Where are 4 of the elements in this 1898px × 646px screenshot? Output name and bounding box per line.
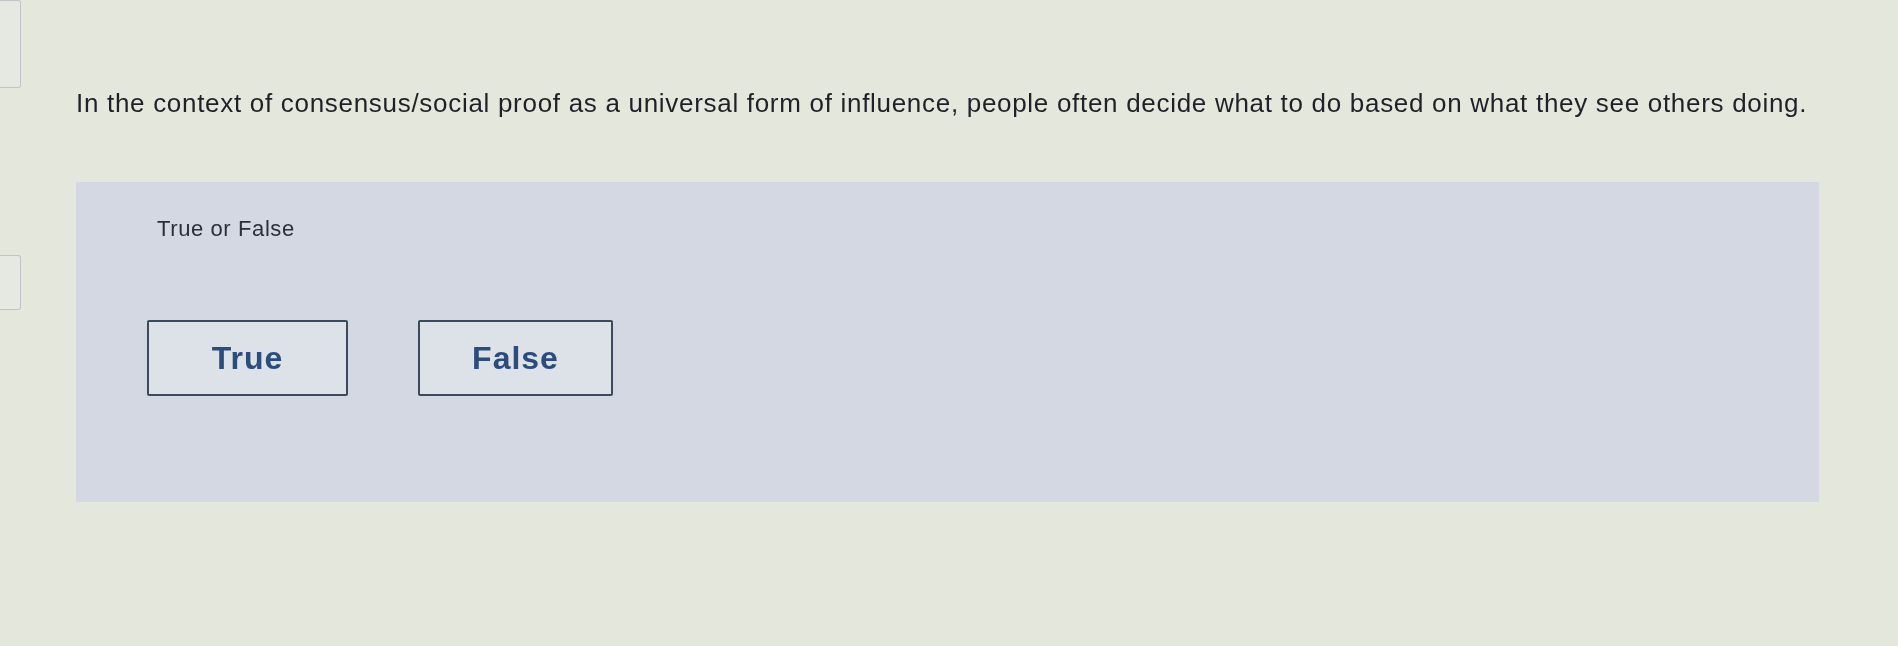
answer-option-button[interactable]: True [147,320,348,396]
question-text: In the context of consensus/social proof as a universal form of influence, people often decide what to do based on what they see others doing. [76,87,1809,119]
answer-option-button[interactable]: False [418,320,613,396]
prompt-text: True or False [157,216,295,242]
